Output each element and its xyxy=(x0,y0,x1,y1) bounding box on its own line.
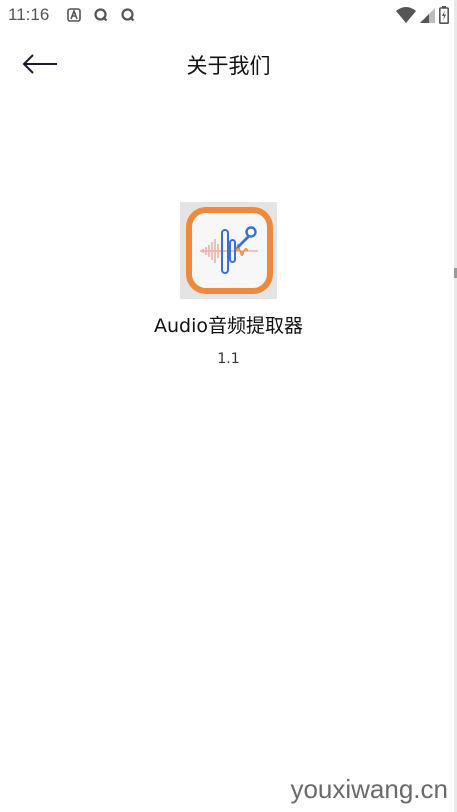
about-screen: 11:16 关于我们 Audio音频提取器 1.1 youxiwang.cn xyxy=(0,0,457,812)
q-icon xyxy=(121,7,135,26)
app-version: 1.1 xyxy=(217,351,240,367)
app-name: Audio音频提取器 xyxy=(153,315,303,337)
a-icon xyxy=(67,7,81,26)
audio-waveform-icon xyxy=(180,202,277,299)
status-time: 11:16 xyxy=(8,5,50,24)
status-bar: 11:16 xyxy=(0,0,457,32)
page-title: 关于我们 xyxy=(186,54,271,78)
watermark: youxiwang.cn xyxy=(290,774,448,804)
arrow-left-icon xyxy=(21,53,59,79)
battery-icon xyxy=(439,6,449,28)
back-button[interactable] xyxy=(14,46,66,86)
system-icons xyxy=(396,6,449,28)
wifi-icon xyxy=(396,7,416,27)
notification-icons xyxy=(67,7,135,26)
q-icon xyxy=(94,7,108,26)
cellular-icon xyxy=(420,7,435,27)
app-bar: 关于我们 xyxy=(0,38,457,94)
